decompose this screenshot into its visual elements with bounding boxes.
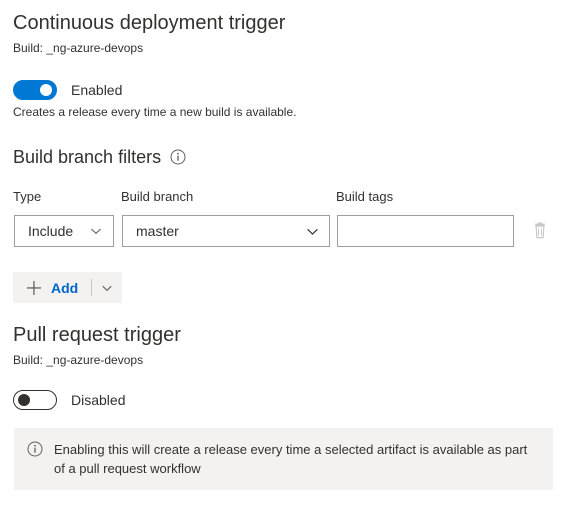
filter-type-value: Include — [28, 223, 74, 239]
add-filter-split-button[interactable]: Add — [13, 272, 123, 303]
filter-build-tags-input[interactable] — [337, 215, 514, 247]
continuous-deployment-toggle-row: Enabled — [13, 80, 122, 100]
info-circle-icon — [27, 441, 43, 457]
add-filter-button[interactable]: Add — [13, 272, 91, 303]
build-branch-filters-header: Build branch filters — [13, 145, 186, 169]
continuous-deployment-title: Continuous deployment trigger — [13, 12, 286, 34]
chevron-down-icon — [301, 216, 323, 246]
chevron-down-icon — [101, 282, 113, 294]
chevron-down-icon — [85, 216, 107, 246]
add-filter-label: Add — [51, 279, 79, 296]
trash-icon — [532, 222, 548, 240]
continuous-deployment-subtitle: Build: _ng-azure-devops — [13, 41, 144, 55]
pull-request-info-message-text: Enabling this will create a release ever… — [54, 442, 528, 476]
filter-build-branch-value: master — [136, 223, 179, 239]
plus-icon — [27, 280, 41, 295]
pull-request-info-message-bar: Enabling this will create a release ever… — [14, 428, 553, 490]
column-header-type: Type — [13, 189, 42, 204]
pull-request-trigger-toggle-label: Disabled — [71, 392, 126, 408]
pull-request-trigger-toggle-row: Disabled — [13, 390, 125, 410]
continuous-deployment-toggle[interactable] — [13, 80, 57, 100]
column-header-build-branch: Build branch — [121, 189, 194, 204]
toggle-knob — [18, 394, 30, 406]
delete-filter-button[interactable] — [527, 217, 553, 245]
build-branch-filters-title: Build branch filters — [13, 147, 162, 167]
column-header-build-tags: Build tags — [336, 189, 394, 204]
add-filter-menu-button[interactable] — [92, 272, 122, 303]
trigger-settings-panel: Continuous deployment trigger Build: _ng… — [0, 0, 571, 506]
continuous-deployment-toggle-label: Enabled — [71, 82, 123, 98]
pull-request-trigger-title: Pull request trigger — [13, 324, 181, 346]
filter-build-branch-dropdown[interactable]: master — [122, 215, 330, 247]
pull-request-trigger-toggle[interactable] — [13, 390, 57, 410]
continuous-deployment-helper-text: Creates a release every time a new build… — [13, 105, 297, 119]
filter-type-dropdown[interactable]: Include — [14, 215, 114, 247]
pull-request-trigger-subtitle: Build: _ng-azure-devops — [13, 353, 144, 367]
info-circle-icon[interactable] — [170, 149, 186, 165]
toggle-knob — [40, 84, 52, 96]
